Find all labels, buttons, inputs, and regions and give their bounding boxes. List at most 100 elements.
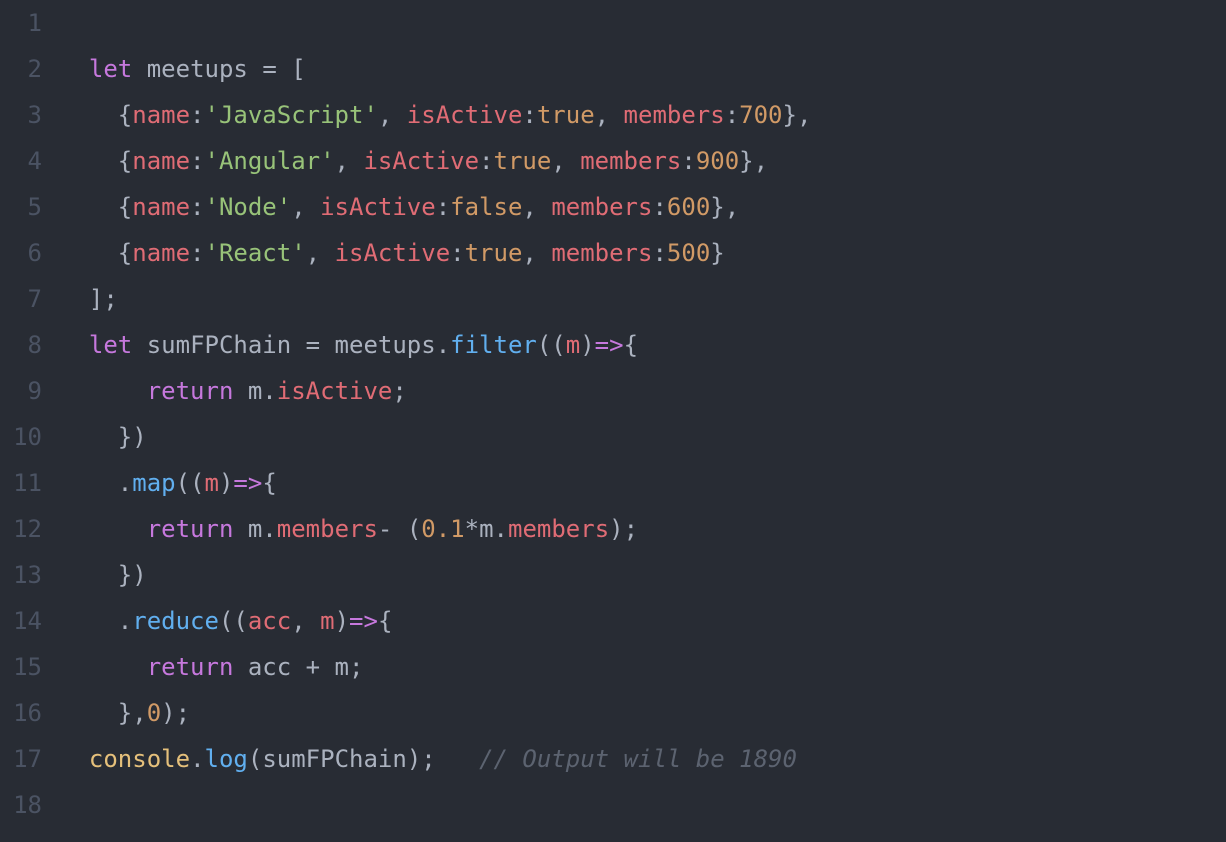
code-token: : [190, 147, 204, 175]
code-token: isActive [363, 147, 479, 175]
code-token: name [132, 239, 190, 267]
code-token: [ [277, 55, 306, 83]
code-token: : [725, 101, 739, 129]
code-token: acc [248, 607, 291, 635]
code-line[interactable]: return m.isActive; [60, 368, 811, 414]
line-number: 9 [0, 368, 42, 414]
code-line[interactable]: {name:'JavaScript', isActive:true, membe… [60, 92, 811, 138]
code-token: }, [710, 193, 739, 221]
code-token: 0.1 [421, 515, 464, 543]
line-number: 4 [0, 138, 42, 184]
code-token: members [551, 239, 652, 267]
code-token: + [306, 653, 320, 681]
code-token: 'Node' [205, 193, 292, 221]
code-token: console [89, 745, 190, 773]
code-token: true [494, 147, 552, 175]
code-token: m [566, 331, 580, 359]
code-token: , [595, 101, 624, 129]
line-number: 18 [0, 782, 42, 828]
code-area[interactable]: let meetups = [ {name:'JavaScript', isAc… [60, 0, 811, 842]
code-token: , [291, 607, 320, 635]
code-token: } [710, 239, 724, 267]
code-line[interactable]: ]; [60, 276, 811, 322]
code-line[interactable]: return acc + m; [60, 644, 811, 690]
code-token: ]; [60, 285, 118, 313]
code-token: . [60, 607, 132, 635]
code-token: ; [392, 377, 406, 405]
code-token: name [132, 147, 190, 175]
code-token: }) [60, 423, 147, 451]
line-number-gutter: 123456789101112131415161718 [0, 0, 60, 842]
code-token: }, [783, 101, 812, 129]
line-number: 16 [0, 690, 42, 736]
code-token: 'JavaScript' [205, 101, 378, 129]
code-token: : [479, 147, 493, 175]
code-token: = [306, 331, 320, 359]
code-token: isActive [335, 239, 451, 267]
code-line[interactable]: {name:'Node', isActive:false, members:60… [60, 184, 811, 230]
code-token: - ( [378, 515, 421, 543]
code-token: ); [609, 515, 638, 543]
line-number: 14 [0, 598, 42, 644]
line-number: 15 [0, 644, 42, 690]
code-line[interactable]: console.log(sumFPChain); // Output will … [60, 736, 811, 782]
code-token: : [652, 193, 666, 221]
code-token: , [335, 147, 364, 175]
line-number: 6 [0, 230, 42, 276]
code-line[interactable]: return m.members- (0.1*m.members); [60, 506, 811, 552]
code-token: filter [450, 331, 537, 359]
code-token: 0 [147, 699, 161, 727]
code-token: isActive [320, 193, 436, 221]
code-line[interactable]: let meetups = [ [60, 46, 811, 92]
code-line[interactable]: },0); [60, 690, 811, 736]
code-token: , [551, 147, 580, 175]
code-token [60, 377, 147, 405]
code-token: . [60, 469, 132, 497]
code-token: true [465, 239, 523, 267]
code-token: { [624, 331, 638, 359]
code-token: ) [335, 607, 349, 635]
code-line[interactable]: .map((m)=>{ [60, 460, 811, 506]
line-number: 17 [0, 736, 42, 782]
code-token: m. [233, 377, 276, 405]
code-token: 700 [739, 101, 782, 129]
code-token: sumFPChain [132, 331, 305, 359]
code-token: meetups. [320, 331, 450, 359]
code-token: * [465, 515, 479, 543]
code-token: true [537, 101, 595, 129]
code-token: , [306, 239, 335, 267]
code-token: 500 [667, 239, 710, 267]
code-line[interactable]: {name:'Angular', isActive:true, members:… [60, 138, 811, 184]
code-token: 'React' [205, 239, 306, 267]
code-line[interactable]: }) [60, 552, 811, 598]
code-token: : [190, 101, 204, 129]
code-token: { [60, 239, 132, 267]
code-line[interactable] [60, 782, 811, 828]
code-token: { [378, 607, 392, 635]
code-line[interactable]: }) [60, 414, 811, 460]
code-line[interactable]: .reduce((acc, m)=>{ [60, 598, 811, 644]
code-token [60, 55, 89, 83]
code-token: : [190, 239, 204, 267]
line-number: 12 [0, 506, 42, 552]
code-token: acc [233, 653, 305, 681]
code-editor[interactable]: 123456789101112131415161718 let meetups … [0, 0, 1226, 842]
line-number: 1 [0, 0, 42, 46]
code-token: meetups [132, 55, 262, 83]
line-number: 2 [0, 46, 42, 92]
code-token: ); [161, 699, 190, 727]
code-token: isActive [277, 377, 393, 405]
code-token: { [60, 101, 132, 129]
code-token: : [522, 101, 536, 129]
code-token: => [595, 331, 624, 359]
code-token [60, 515, 147, 543]
code-token: // Output will be 1890 [479, 745, 797, 773]
code-token: { [60, 193, 132, 221]
line-number: 3 [0, 92, 42, 138]
code-line[interactable]: {name:'React', isActive:true, members:50… [60, 230, 811, 276]
code-line[interactable] [60, 0, 811, 46]
code-line[interactable]: let sumFPChain = meetups.filter((m)=>{ [60, 322, 811, 368]
code-token: false [450, 193, 522, 221]
code-token: : [436, 193, 450, 221]
code-token [60, 331, 89, 359]
